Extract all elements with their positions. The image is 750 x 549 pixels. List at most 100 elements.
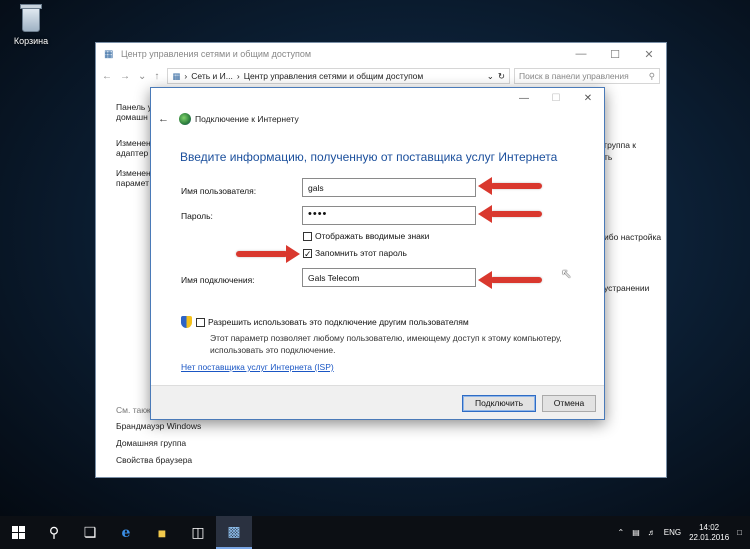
- clock-time: 14:02: [699, 522, 720, 532]
- breadcrumb-parent[interactable]: Сеть и И...: [191, 71, 233, 81]
- checkbox-checked-icon[interactable]: ✓: [303, 248, 312, 258]
- up-arrow-icon[interactable]: ↑: [154, 71, 159, 82]
- cancel-button[interactable]: Отмена: [542, 395, 596, 412]
- clock[interactable]: 14:02 22.01.2016: [689, 523, 729, 543]
- dialog-minimize-icon[interactable]: —: [508, 93, 540, 104]
- checkbox-unchecked-icon[interactable]: [303, 231, 312, 241]
- network-center-taskbar-button[interactable]: ▩: [216, 516, 252, 549]
- back-arrow-icon[interactable]: ←: [102, 71, 112, 82]
- sidebar-item-change-settings[interactable]: Изменен парамет: [116, 168, 151, 188]
- connect-button[interactable]: Подключить: [462, 395, 536, 412]
- search-icon: ⚲: [648, 70, 655, 81]
- minimize-icon[interactable]: —: [564, 48, 598, 60]
- dialog-nav: ← Подключение к Интернету: [158, 113, 299, 125]
- password-label: Пароль:: [181, 211, 213, 221]
- address-dropdown-icon[interactable]: ⌄: [487, 71, 494, 82]
- refresh-icon[interactable]: ↻: [498, 71, 505, 82]
- network-status-icon[interactable]: ▤: [632, 528, 640, 537]
- maximize-icon[interactable]: ☐: [598, 48, 632, 61]
- edge-icon: e: [121, 524, 131, 541]
- mouse-cursor-icon: ↖: [561, 266, 572, 281]
- sidebar-text: Изменен: [116, 168, 151, 178]
- allow-desc-line: Этот параметр позволяет любому пользоват…: [210, 333, 562, 343]
- annotation-arrow-icon: [478, 271, 542, 289]
- link-browser-properties[interactable]: Свойства браузера: [116, 455, 192, 465]
- no-isp-link[interactable]: Нет поставщика услуг Интернета (ISP): [181, 362, 334, 372]
- sidebar-item-change-adapter[interactable]: Изменен адаптер: [116, 138, 151, 158]
- username-input[interactable]: [302, 178, 476, 197]
- breadcrumb-current[interactable]: Центр управления сетями и общим доступом: [244, 71, 483, 81]
- search-input[interactable]: Поиск в панели управления ⚲: [514, 68, 660, 84]
- forward-arrow-icon[interactable]: →: [120, 71, 130, 82]
- sidebar-text: адаптер: [116, 148, 149, 158]
- language-indicator[interactable]: ENG: [664, 528, 681, 537]
- link-firewall[interactable]: Брандмауэр Windows: [116, 421, 201, 431]
- network-icon: ▦: [104, 48, 114, 60]
- close-icon[interactable]: ✕: [632, 48, 666, 61]
- link-homegroup[interactable]: Домашняя группа: [116, 438, 186, 448]
- network-center-title: Центр управления сетями и общим доступом: [121, 49, 312, 59]
- checkbox-unchecked-icon[interactable]: [196, 317, 205, 327]
- remember-password-checkbox[interactable]: ✓ Запомнить этот пароль: [303, 248, 407, 258]
- search-placeholder: Поиск в панели управления: [519, 71, 629, 81]
- notifications-icon[interactable]: □: [737, 528, 742, 537]
- back-arrow-icon[interactable]: ←: [158, 113, 169, 125]
- tray-chevron-icon[interactable]: ⌃: [618, 528, 625, 537]
- right-text-setup[interactable]: ибо настройка: [604, 232, 666, 242]
- dialog-heading: Введите информацию, полученную от постав…: [180, 150, 558, 164]
- network-center-titlebar: ▦ Центр управления сетями и общим доступ…: [96, 43, 666, 65]
- annotation-arrow-icon: [236, 245, 300, 263]
- system-tray: ⌃ ▤ ♬ ENG 14:02 22.01.2016 □: [618, 523, 750, 543]
- desktop: Корзина ▦ Центр управления сетями и общи…: [0, 0, 750, 516]
- store-button[interactable]: ◫: [180, 516, 216, 549]
- right-text-homegroup[interactable]: группа к: [604, 140, 666, 150]
- recent-chevron-icon[interactable]: ⌄: [138, 71, 146, 82]
- sidebar-text: домашн: [116, 112, 148, 122]
- internet-globe-icon: [179, 113, 191, 125]
- remember-password-label: Запомнить этот пароль: [315, 248, 407, 258]
- dialog-close-icon[interactable]: ✕: [572, 93, 604, 104]
- breadcrumb-separator-icon: ›: [184, 71, 188, 81]
- recycle-bin-icon: [16, 2, 46, 34]
- edge-button[interactable]: e: [108, 516, 144, 549]
- breadcrumb-separator-icon: ›: [236, 71, 240, 81]
- sidebar-text: Панель у: [116, 102, 152, 112]
- search-button[interactable]: ⚲: [36, 516, 72, 549]
- search-icon: ⚲: [48, 524, 60, 540]
- sidebar-item-control-panel-home[interactable]: Панель у домашн: [116, 102, 152, 122]
- folder-icon: ■: [157, 524, 167, 541]
- connection-name-label: Имя подключения:: [181, 275, 255, 285]
- dialog-footer: Подключить Отмена: [151, 385, 604, 419]
- taskbar: ⚲ ❏ e ■ ◫ ▩ ⌃ ▤ ♬ ENG 14:02 22.01.2016 □: [0, 516, 750, 549]
- sidebar-text: парамет: [116, 178, 149, 188]
- windows-logo-icon: [11, 526, 25, 539]
- show-characters-checkbox[interactable]: Отображать вводимые знаки: [303, 231, 429, 241]
- volume-icon[interactable]: ♬: [648, 528, 656, 537]
- task-view-button[interactable]: ❏: [72, 516, 108, 549]
- dialog-nav-title: Подключение к Интернету: [195, 114, 299, 124]
- control-panel-icon: ▦: [172, 70, 181, 81]
- sidebar-text: Изменен: [116, 138, 151, 148]
- store-icon: ◫: [191, 524, 205, 540]
- right-text-troubleshoot[interactable]: устранении: [604, 283, 666, 293]
- recycle-bin-label: Корзина: [13, 36, 49, 46]
- right-text-link[interactable]: ть: [604, 152, 666, 162]
- address-bar-row: ← → ⌄ ↑ ▦ › Сеть и И... › Центр управлен…: [96, 65, 666, 87]
- allow-others-label: Разрешить использовать это подключение д…: [208, 317, 469, 327]
- allow-others-checkbox[interactable]: Разрешить использовать это подключение д…: [181, 316, 469, 328]
- allow-desc-line: использовать это подключение.: [210, 345, 336, 355]
- connect-to-internet-dialog: — ☐ ✕ ← Подключение к Интернету Введите …: [150, 87, 605, 420]
- uac-shield-icon: [181, 316, 192, 328]
- file-explorer-button[interactable]: ■: [144, 516, 180, 549]
- annotation-arrow-icon: [478, 205, 542, 223]
- recycle-bin-shortcut[interactable]: Корзина: [6, 2, 56, 46]
- clock-date: 22.01.2016: [689, 532, 730, 542]
- dialog-maximize-icon[interactable]: ☐: [540, 93, 572, 104]
- address-bar[interactable]: ▦ › Сеть и И... › Центр управления сетям…: [167, 68, 510, 84]
- show-characters-label: Отображать вводимые знаки: [315, 231, 430, 241]
- start-button[interactable]: [0, 516, 36, 549]
- password-input[interactable]: ••••: [302, 206, 476, 225]
- task-view-icon: ❏: [83, 524, 97, 540]
- annotation-arrow-icon: [478, 177, 542, 195]
- connection-name-input[interactable]: [302, 268, 476, 287]
